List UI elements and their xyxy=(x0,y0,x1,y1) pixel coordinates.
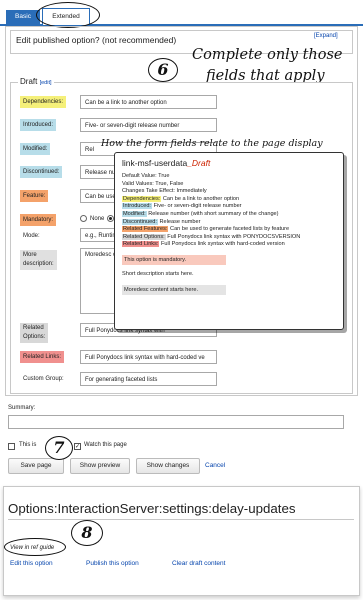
draft-legend-text: Draft xyxy=(20,77,38,86)
step-7-marker: 7 xyxy=(45,436,73,460)
preview-discontinued: Discontinued: Release number xyxy=(122,218,339,227)
preview-changes: Changes Take Effect: Immediately xyxy=(122,188,207,195)
preview-body: Default Value: True Valid Values: True, … xyxy=(122,173,339,295)
related-options-label: Related Options: xyxy=(20,323,49,343)
preview-disc-label: Discontinued: xyxy=(122,218,158,225)
show-changes-button[interactable]: Show changes xyxy=(136,458,200,474)
edit-option-link[interactable]: Edit this option xyxy=(10,560,53,567)
show-preview-button[interactable]: Show preview xyxy=(70,458,130,474)
related-links-label: Related Links: xyxy=(20,351,65,363)
preview-modified: Modified: Release number (with short sum… xyxy=(122,210,339,219)
preview-disc-text: Release number xyxy=(159,218,201,225)
expand-link[interactable]: [Expand] xyxy=(314,33,338,39)
introduced-input[interactable]: Five- or seven-digit release number xyxy=(80,118,217,132)
preview-dep-label: Dependencies: xyxy=(122,195,162,202)
preview-mod-label: Modified: xyxy=(122,210,147,217)
preview-feat-label: Related Features: xyxy=(122,226,169,233)
preview-valid-values: Valid Values: True, False xyxy=(122,180,184,187)
preview-related-options: Related Options: Full Ponydocs link synt… xyxy=(122,233,339,242)
mandatory-none-label: None xyxy=(90,216,105,222)
preview-rlink-label: Related Links: xyxy=(122,241,160,248)
preview-panel: link-msf-userdata_Draft Default Value: T… xyxy=(114,152,344,330)
preview-ropt-label: Related Options: xyxy=(122,233,166,240)
preview-draft-suffix: _Draft xyxy=(187,158,211,168)
mandatory-radio-none[interactable] xyxy=(80,215,87,222)
mode-label: Mode: xyxy=(23,233,40,239)
radio-dot xyxy=(109,217,112,220)
preview-intro-text: Five- or seven-digit release number xyxy=(153,203,242,210)
dependencies-input[interactable]: Can be a link to another option xyxy=(80,95,217,109)
preview-short-description: Short description starts here. xyxy=(122,270,194,277)
more-description-label: More description: xyxy=(20,250,57,270)
watch-page-checkbox[interactable]: ✓ xyxy=(74,443,81,450)
related-links-input[interactable]: Full Ponydocs link syntax with hard-code… xyxy=(80,350,217,364)
related-options-label-1: Related xyxy=(23,325,44,331)
mandatory-radio-2[interactable] xyxy=(107,215,114,222)
draft-edit-link[interactable]: [edit] xyxy=(40,80,52,86)
preview-title: link-msf-userdata_Draft xyxy=(122,158,210,169)
view-ref-guide-circle xyxy=(4,538,66,556)
cancel-link[interactable]: Cancel xyxy=(205,462,225,469)
modified-label: Modified: xyxy=(20,143,51,155)
page-title: Options:InteractionServer:settings:delay… xyxy=(8,501,296,516)
feature-label: Feature: xyxy=(20,190,49,202)
draft-legend: Draft [edit] xyxy=(18,77,54,88)
dependencies-label: Dependencies: xyxy=(20,96,67,108)
minor-edit-label: This is xyxy=(19,442,37,448)
preview-rlink-text: Full Ponydocs link syntax with hard-code… xyxy=(161,241,285,248)
summary-label: Summary: xyxy=(8,405,36,411)
clear-draft-link[interactable]: Clear draft content xyxy=(172,560,225,567)
preview-dep-text: Can be a link to another option xyxy=(162,195,240,202)
discontinued-label: Discontinued: xyxy=(20,166,63,178)
preview-intro-label: Introduced: xyxy=(122,203,152,210)
more-description-label-2: description: xyxy=(23,261,54,267)
watch-page-label: Watch this page xyxy=(84,442,127,448)
save-page-button[interactable]: Save page xyxy=(8,458,64,474)
custom-group-label: Custom Group: xyxy=(23,376,64,382)
introduced-label: Introduced: xyxy=(20,119,57,131)
preview-introduced: Introduced: Five- or seven-digit release… xyxy=(122,203,339,211)
preview-related-links: Related Links: Full Ponydocs link syntax… xyxy=(122,241,339,249)
preview-related-features: Related Features: Can be used to generat… xyxy=(122,226,339,234)
preview-more-description: Moredesc content starts here. xyxy=(122,284,226,295)
tab-basic[interactable]: Basic xyxy=(6,10,40,24)
page-title-underline xyxy=(8,519,354,520)
more-description-label-1: More xyxy=(23,252,37,258)
publish-option-link[interactable]: Publish this option xyxy=(86,560,139,567)
preview-default-value: Default Value: True xyxy=(122,173,170,179)
annotation-complete-fields: Complete only those fields that apply xyxy=(192,45,343,87)
preview-dependencies: Dependencies: Can be a link to another o… xyxy=(122,195,339,204)
preview-option-name: link-msf-userdata xyxy=(122,158,188,168)
header-title: Edit published option? (not recommended) xyxy=(16,35,177,45)
step-8-marker: 8 xyxy=(71,520,103,546)
annotation-form-relation: How the form fields relate to the page d… xyxy=(101,138,323,149)
extended-tab-circle xyxy=(36,2,100,28)
step-6-marker: 6 xyxy=(148,58,178,82)
preview-feat-text: Can be used to generate faceted lists by… xyxy=(170,226,290,233)
minor-edit-checkbox[interactable] xyxy=(8,443,15,450)
preview-ropt-text: Full Ponydocs link syntax with PONYDOCSV… xyxy=(167,233,301,240)
custom-group-input[interactable]: For generating faceted lists xyxy=(80,372,217,386)
summary-input[interactable] xyxy=(8,415,344,429)
preview-mod-text: Release number (with short summary of th… xyxy=(148,210,279,217)
related-options-label-2: Options: xyxy=(23,334,46,340)
annotation-line-1: Complete only those xyxy=(192,47,343,63)
mandatory-label: Mandatory: xyxy=(20,214,57,226)
preview-mandatory-note: This option is mandatory. xyxy=(122,254,226,265)
